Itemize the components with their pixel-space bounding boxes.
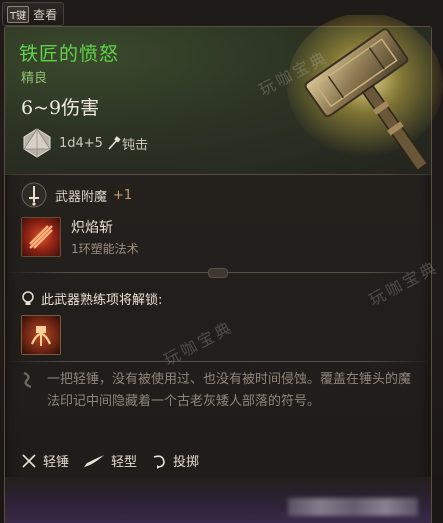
inspect-key-hint[interactable]: T键 查看: [2, 2, 65, 26]
inspect-label: 查看: [33, 7, 58, 22]
spell-level: 1环塑能法术: [71, 242, 139, 256]
enchant-sword-icon: [21, 182, 47, 208]
header-divider: [5, 174, 431, 175]
proficiency-action-icon[interactable]: [21, 315, 61, 355]
damage-type: 钝击: [121, 137, 148, 153]
fire-slash-spell-icon: [21, 217, 61, 257]
item-rarity: 精良: [21, 71, 48, 86]
property-label: 投掷: [173, 455, 200, 470]
enchant-label: 武器附魔: [55, 189, 108, 205]
blurred-signature: [288, 498, 418, 516]
property-label: 轻锤: [43, 455, 70, 470]
enchant-bonus: +1: [113, 187, 133, 203]
weapon-properties: 轻锤 轻型 投掷: [21, 451, 213, 470]
damage-dice: 1d4+5: [59, 135, 103, 151]
tooltip-header: 铁匠的愤怒 精良 6~9伤害 1d4+5 钝击: [5, 15, 443, 175]
d20-dice-icon: [23, 128, 51, 158]
t-key-badge: T键: [7, 5, 30, 23]
item-description: 一把轻锤，没有被使用过、也没有被时间侵蚀。覆盖在锤头的魔法印记中间隐藏着一个古老…: [21, 369, 421, 413]
spell-name: 炽焰斩: [71, 220, 113, 236]
lightbulb-icon: [22, 290, 34, 305]
throw-icon: [153, 454, 165, 469]
property-label: 轻型: [111, 455, 138, 470]
weapon-enchant-row: 武器附魔 +1: [21, 182, 132, 208]
description-divider: [5, 361, 431, 362]
section-divider: [5, 268, 431, 278]
property-throw[interactable]: 投掷: [151, 451, 199, 470]
description-text: 一把轻锤，没有被使用过、也没有被时间侵蚀。覆盖在锤头的魔法印记中间隐藏着一个古老…: [47, 372, 412, 409]
property-light-hammer[interactable]: 轻锤: [21, 451, 69, 470]
feather-icon: [84, 454, 105, 467]
unlock-label: 此武器熟练项将解锁:: [41, 293, 163, 308]
tooltip-screen: T键 查看 铁匠的愤怒 精良 6~9伤害 1d4+5 钝击 武器附魔 +1 炽焰…: [0, 0, 443, 523]
item-tooltip-card: 铁匠的愤怒 精良 6~9伤害 1d4+5 钝击 武器附魔 +1 炽焰斩 1环塑能…: [4, 15, 443, 523]
light-hammer-icon: [22, 453, 36, 468]
item-damage: 6~9伤害: [21, 97, 100, 119]
bludgeon-type-icon: [108, 136, 121, 150]
hammer-artwork-icon: [287, 15, 443, 172]
property-light[interactable]: 轻型: [83, 451, 137, 470]
item-name: 铁匠的愤怒: [19, 43, 120, 65]
damage-dice-row: 1d4+5 钝击: [21, 127, 148, 159]
quote-icon: [23, 371, 32, 389]
proficiency-unlock-row: 此武器熟练项将解锁:: [21, 289, 162, 308]
granted-spell[interactable]: 炽焰斩 1环塑能法术: [21, 217, 139, 257]
